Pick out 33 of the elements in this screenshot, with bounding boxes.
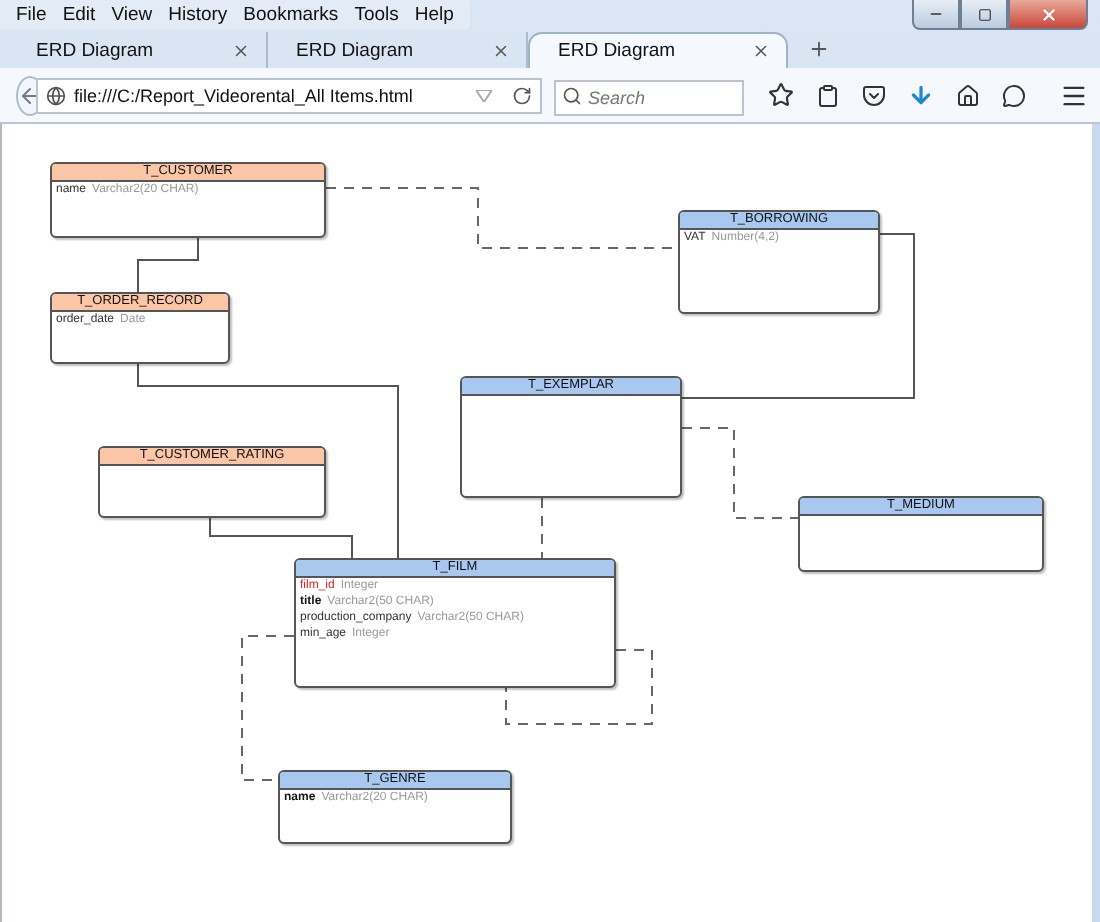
reload-icon[interactable] [512,85,532,105]
plus-icon[interactable] [808,38,830,60]
close-icon[interactable] [232,41,250,59]
menu-item[interactable]: Tools [346,4,407,26]
download-icon[interactable] [908,82,934,108]
clipboard-icon[interactable] [816,83,840,107]
close-icon[interactable] [492,41,510,59]
home-icon[interactable] [956,83,980,107]
menu-icon[interactable] [1060,81,1088,109]
star-icon[interactable] [768,82,794,108]
close-button[interactable] [1008,0,1088,30]
close-icon[interactable] [752,42,770,60]
menu-item[interactable]: View [103,4,161,26]
pocket-icon[interactable] [862,83,886,107]
search-field[interactable]: Search [554,79,744,115]
globe-icon [46,85,66,105]
back-arrow-icon [18,83,42,107]
relationship-line [137,237,199,293]
relationship-line [541,497,543,559]
address-field[interactable]: file:///C:/Report_Videorental_All Items.html [36,77,542,113]
relationship-line [681,427,799,519]
menu-item[interactable]: Edit [54,4,104,26]
menu-item[interactable]: Bookmarks [235,4,347,26]
close-icon [1039,5,1057,23]
browser-tab[interactable]: ERD Diagram [528,32,788,68]
maximize-icon [977,7,991,21]
menu-item[interactable]: History [160,4,236,26]
chat-icon[interactable] [1002,83,1026,107]
minimize-button[interactable] [912,0,960,30]
maximize-button[interactable] [960,0,1008,30]
menu-item[interactable]: File [8,4,55,26]
menu-item[interactable]: Help [406,4,462,26]
search-icon [562,85,582,105]
